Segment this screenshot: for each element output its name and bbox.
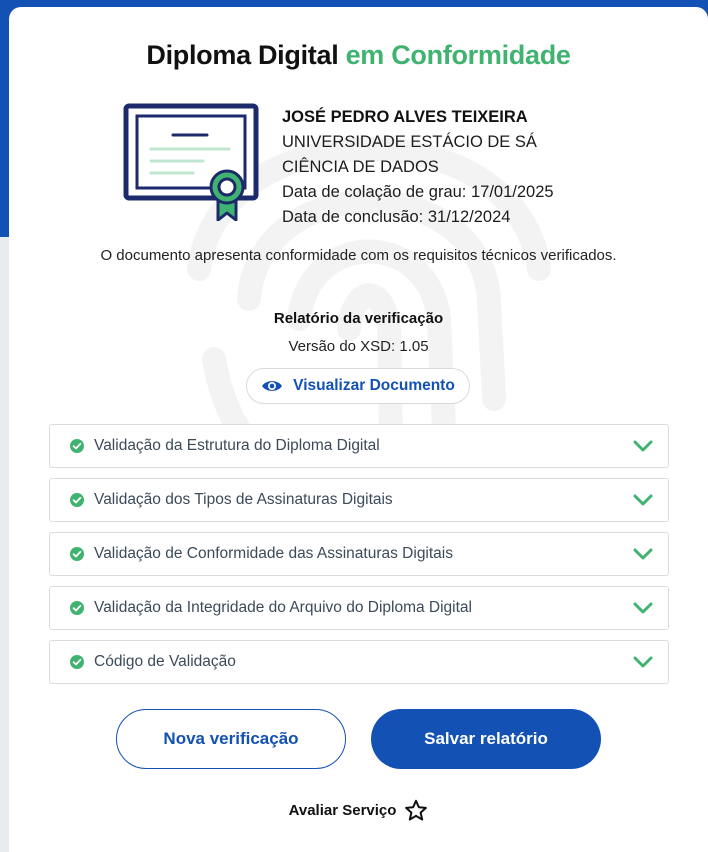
view-document-label: Visualizar Documento [293, 377, 455, 394]
star-icon[interactable] [404, 799, 428, 822]
check-circle-icon [70, 601, 84, 615]
validation-label: Código de Validação [94, 653, 236, 670]
certificate-icon [123, 103, 259, 221]
title-accent: em Conformidade [345, 40, 571, 70]
check-circle-icon [70, 547, 84, 561]
compliance-message: O documento apresenta conformidade com o… [100, 247, 617, 264]
new-verification-button[interactable]: Nova verificação [116, 709, 346, 769]
xsd-version: Versão do XSD: 1.05 [288, 338, 429, 355]
result-card: Diploma Digital em Conformidade JOSÉ PED… [9, 7, 708, 852]
view-document-button[interactable]: Visualizar Documento [246, 368, 470, 404]
chevron-down-icon[interactable] [632, 437, 654, 455]
university-name: UNIVERSIDADE ESTÁCIO DE SÁ [282, 133, 537, 151]
validation-row-validation-code[interactable]: Código de Validação [49, 640, 669, 684]
report-label: Relatório da verificação [273, 310, 444, 327]
graduate-name: JOSÉ PEDRO ALVES TEIXEIRA [282, 108, 528, 126]
eye-icon [262, 381, 283, 391]
title-main: Diploma Digital [146, 40, 339, 70]
check-circle-icon [70, 655, 84, 669]
completion-date: Data de conclusão: 31/12/2024 [282, 208, 511, 226]
chevron-down-icon[interactable] [632, 599, 654, 617]
check-circle-icon [70, 493, 84, 507]
graduation-date: Data de colação de grau: 17/01/2025 [282, 183, 554, 201]
check-circle-icon [70, 439, 84, 453]
page-title: Diploma Digital em Conformidade [9, 40, 708, 71]
validation-row-signature-compliance[interactable]: Validação de Conformidade das Assinatura… [49, 532, 669, 576]
validation-label: Validação dos Tipos de Assinaturas Digit… [94, 491, 393, 508]
rate-service[interactable]: Avaliar Serviço [9, 799, 708, 822]
validation-label: Validação da Integridade do Arquivo do D… [94, 599, 472, 616]
save-report-button[interactable]: Salvar relatório [371, 709, 601, 769]
validation-row-structure[interactable]: Validação da Estrutura do Diploma Digita… [49, 424, 669, 468]
course-name: CIÊNCIA DE DADOS [282, 158, 439, 176]
validation-row-file-integrity[interactable]: Validação da Integridade do Arquivo do D… [49, 586, 669, 630]
validation-label: Validação de Conformidade das Assinatura… [94, 545, 453, 562]
rate-service-label: Avaliar Serviço [288, 802, 397, 819]
validation-label: Validação da Estrutura do Diploma Digita… [94, 437, 380, 454]
validation-row-signature-types[interactable]: Validação dos Tipos de Assinaturas Digit… [49, 478, 669, 522]
chevron-down-icon[interactable] [632, 491, 654, 509]
chevron-down-icon[interactable] [632, 653, 654, 671]
graduate-info: JOSÉ PEDRO ALVES TEIXEIRA UNIVERSIDADE E… [282, 105, 554, 230]
chevron-down-icon[interactable] [632, 545, 654, 563]
